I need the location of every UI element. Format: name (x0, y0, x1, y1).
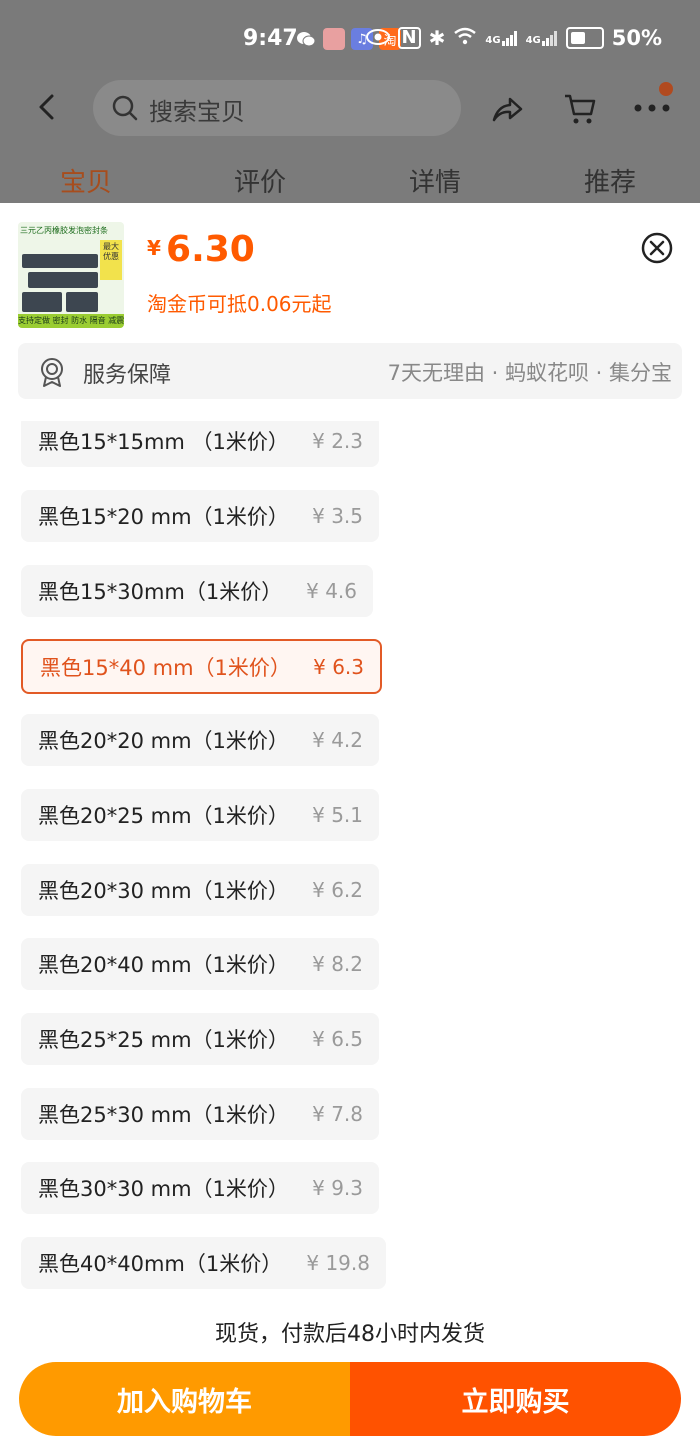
notification-dot (659, 82, 673, 96)
battery-icon (565, 27, 604, 49)
add-to-cart-button[interactable]: 加入购物车 (19, 1362, 350, 1436)
status-bar: 9:47 ♫ 淘 N ✱ 4G 4G 50% (0, 0, 700, 70)
close-button[interactable] (640, 231, 674, 265)
system-status: N ✱ 4G 4G 50% (365, 26, 662, 50)
signal-icon-1: 4G (485, 30, 517, 46)
sku-option-label: 黑色20*20 mm（1米价） (38, 729, 289, 753)
sku-option[interactable]: 黑色20*25 mm（1米价） ¥ 5.1 (21, 789, 379, 841)
product-thumbnail[interactable]: 三元乙丙橡胶发泡密封条 最大优惠 支持定做 密封 防水 隔音 减震 (18, 222, 124, 328)
tab-reviews[interactable]: 评价 (234, 162, 286, 199)
cart-button[interactable] (563, 90, 597, 126)
service-guarantee-row[interactable]: 服务保障 7天无理由 · 蚂蚁花呗 · 集分宝 (18, 343, 682, 399)
service-title: 服务保障 (83, 363, 172, 388)
sku-option-label: 黑色15*20 mm（1米价） (38, 505, 289, 529)
sku-option-label: 黑色20*30 mm（1米价） (38, 879, 289, 903)
sku-option[interactable]: 黑色20*30 mm（1米价） ¥ 6.2 (21, 864, 379, 916)
tab-recommend[interactable]: 推荐 (584, 162, 636, 199)
share-button[interactable] (490, 92, 524, 126)
tab-product[interactable]: 宝贝 (60, 162, 112, 199)
thumbnail-title: 三元乙丙橡胶发泡密封条 (20, 226, 108, 235)
sku-option-label: 黑色25*25 mm（1米价） (38, 1028, 289, 1052)
price-currency: ¥ (147, 236, 161, 260)
buy-now-button[interactable]: 立即购买 (350, 1362, 681, 1436)
sku-option-label: 黑色15*30mm（1米价） (38, 580, 283, 604)
eye-icon (365, 26, 390, 50)
sku-selection-sheet: 三元乙丙橡胶发泡密封条 最大优惠 支持定做 密封 防水 隔音 减震 ¥ 6.30… (0, 203, 700, 1443)
sku-option-price: ¥ 19.8 (306, 1251, 370, 1275)
tab-details[interactable]: 详情 (409, 162, 461, 199)
thumbnail-bottom-text: 支持定做 密封 防水 隔音 减震 (18, 314, 124, 328)
nav-bar: 搜索宝贝 (0, 70, 700, 148)
chevron-left-icon (39, 94, 54, 120)
sku-option[interactable]: 黑色15*15mm （1米价） ¥ 2.3 (21, 421, 379, 467)
sku-option-label: 黑色25*30 mm（1米价） (38, 1103, 289, 1127)
sku-option-price: ¥ 9.3 (312, 1176, 363, 1200)
sku-option-label: 黑色15*15mm （1米价） (38, 430, 289, 454)
sku-option-label: 黑色20*25 mm（1米价） (38, 804, 289, 828)
wechat-icon (295, 28, 317, 50)
share-icon (492, 97, 523, 122)
sku-option-label: 黑色15*40 mm（1米价） (40, 655, 291, 680)
back-button[interactable] (32, 92, 62, 122)
sku-option-label: 黑色20*40 mm（1米价） (38, 953, 289, 977)
sku-option-label: 黑色40*40mm（1米价） (38, 1252, 283, 1276)
search-placeholder: 搜索宝贝 (149, 98, 245, 126)
sku-option-price: ¥ 8.2 (312, 952, 363, 976)
sku-option-price: ¥ 2.3 (312, 429, 363, 453)
coin-discount-note: 淘金币可抵0.06元起 (147, 292, 332, 316)
battery-percent: 50% (611, 26, 662, 50)
signal-icon-2: 4G (526, 30, 558, 46)
sku-option[interactable]: 黑色15*20 mm（1米价） ¥ 3.5 (21, 490, 379, 542)
nfc-icon: N (397, 27, 421, 49)
price-value: 6.30 (166, 229, 255, 270)
sku-option[interactable]: 黑色25*30 mm（1米价） ¥ 7.8 (21, 1088, 379, 1140)
price: ¥ 6.30 (147, 229, 255, 270)
status-time: 9:47 (243, 26, 298, 51)
close-icon (641, 232, 673, 264)
sku-option-price: ¥ 4.6 (306, 579, 357, 603)
badge-icon (41, 358, 63, 387)
sku-option[interactable]: 黑色40*40mm（1米价） ¥ 19.8 (21, 1237, 386, 1289)
sku-option[interactable]: 黑色25*25 mm（1米价） ¥ 6.5 (21, 1013, 379, 1065)
sku-option-price: ¥ 5.1 (312, 803, 363, 827)
sku-option-price: ¥ 6.3 (313, 654, 364, 679)
purchase-buttons: 加入购物车 立即购买 (19, 1362, 681, 1436)
sku-option-selected[interactable]: 黑色15*40 mm（1米价） ¥ 6.3 (21, 639, 382, 694)
sku-option[interactable]: 黑色15*30mm（1米价） ¥ 4.6 (21, 565, 373, 617)
sku-option-label: 黑色30*30 mm（1米价） (38, 1177, 289, 1201)
bluetooth-icon: ✱ (428, 26, 446, 50)
sku-option[interactable]: 黑色30*30 mm（1米价） ¥ 9.3 (21, 1162, 379, 1214)
sku-option[interactable]: 黑色20*40 mm（1米价） ¥ 8.2 (21, 938, 379, 990)
service-detail: 7天无理由 · 蚂蚁花呗 · 集分宝 (387, 361, 672, 385)
sku-option-price: ¥ 3.5 (312, 504, 363, 528)
sku-option-price: ¥ 6.5 (312, 1027, 363, 1051)
sku-option-price: ¥ 4.2 (312, 728, 363, 752)
search-input[interactable]: 搜索宝贝 (93, 80, 461, 136)
sku-options-list: 黑色15*15mm （1米价） ¥ 2.3 黑色15*20 mm（1米价） ¥ … (0, 421, 700, 1297)
sku-option-price: ¥ 6.2 (312, 878, 363, 902)
network-type-1: 4G (485, 35, 501, 46)
network-type-2: 4G (525, 35, 541, 46)
shipping-note: 现货，付款后48小时内发货 (215, 1322, 485, 1347)
shopping-cart-icon (565, 94, 596, 124)
sku-option-price: ¥ 7.8 (312, 1102, 363, 1126)
wifi-icon (453, 26, 477, 50)
sku-option[interactable]: 黑色20*20 mm（1米价） ¥ 4.2 (21, 714, 379, 766)
app-notification-icon (323, 28, 345, 50)
thumbnail-tag: 最大优惠 (100, 240, 122, 280)
product-tabs: 宝贝 评价 详情 推荐 (0, 150, 700, 205)
search-icon (112, 95, 138, 121)
